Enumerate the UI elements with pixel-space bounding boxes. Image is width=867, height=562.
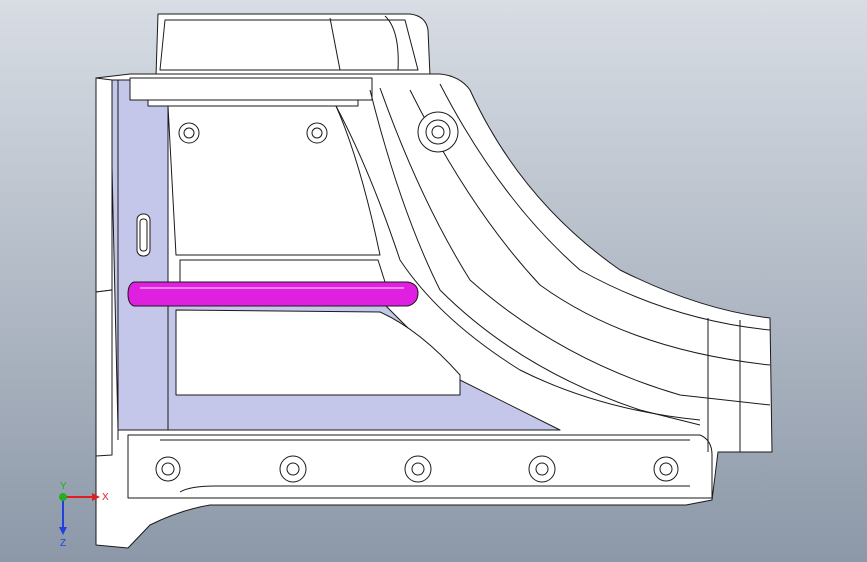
top-mounting-block xyxy=(155,13,431,77)
y-axis-label: Y xyxy=(60,481,67,492)
hole xyxy=(306,122,328,144)
y-axis-dot xyxy=(59,493,67,501)
hole xyxy=(279,455,307,483)
key-hole xyxy=(417,111,459,153)
oval-slot xyxy=(136,213,151,257)
selected-rib-feature[interactable] xyxy=(127,281,419,307)
hole xyxy=(178,122,200,144)
z-axis-label: Z xyxy=(60,538,66,549)
model-canvas[interactable]: X Y Z xyxy=(0,0,867,562)
hole xyxy=(653,456,679,482)
hole xyxy=(155,456,181,482)
top-flange xyxy=(129,77,373,101)
hole xyxy=(404,455,432,483)
hole xyxy=(528,455,556,483)
cad-3d-viewport[interactable]: X Y Z xyxy=(0,0,867,562)
x-axis-label: X xyxy=(102,492,109,503)
